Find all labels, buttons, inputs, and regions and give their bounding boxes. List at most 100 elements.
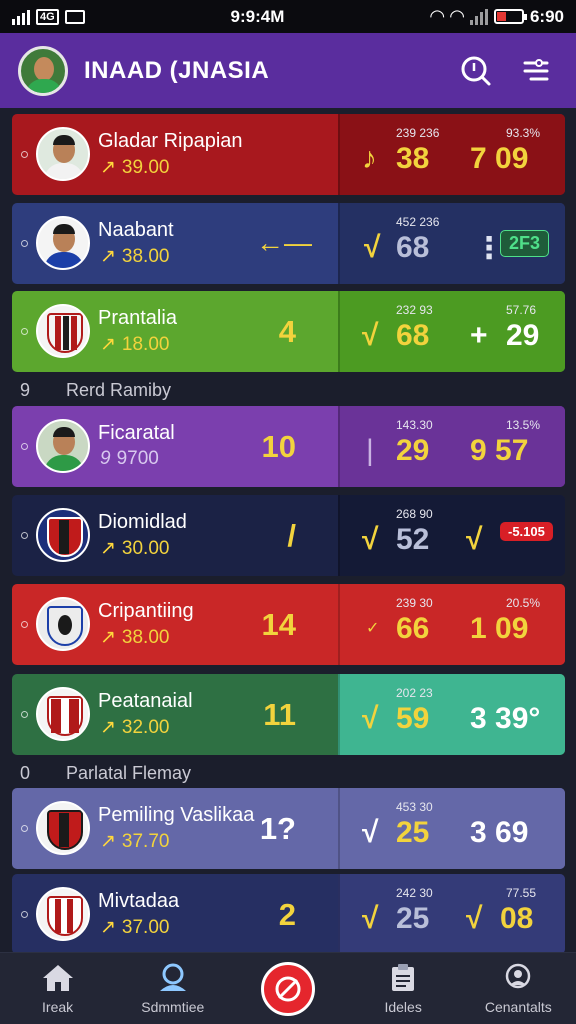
player-card[interactable]: Mivtadaa ↗ 37.00 2 242 30 √ 25 √ 77.55 08 bbox=[12, 874, 565, 954]
stat-value: 7 09 bbox=[470, 142, 529, 175]
player-card[interactable]: Gladar Ripapian ↗ 39.00 239 236 ♪ 38 93.3… bbox=[12, 114, 565, 195]
player-price: ↗ 39.00 bbox=[100, 157, 170, 178]
trend-icon: ↗ bbox=[100, 831, 116, 852]
rank-number: 2 bbox=[278, 897, 296, 932]
wifi-icon: ◠ bbox=[430, 6, 445, 26]
filter-button[interactable] bbox=[514, 49, 558, 93]
player-card[interactable]: Ficaratal 9 9700 10 | 143.30 29 13.5% 9 5… bbox=[12, 406, 565, 487]
bullet-icon bbox=[21, 532, 28, 539]
stat-value: 3 69 bbox=[470, 816, 529, 849]
player-card[interactable]: Peatanaial ↗ 32.00 11 202 23 √ 59 3 39° bbox=[12, 674, 565, 755]
nav-notes[interactable]: Ideles bbox=[353, 963, 453, 1015]
nav-contacts-label: Cenantalts bbox=[484, 998, 552, 1015]
action-button[interactable] bbox=[260, 961, 315, 1016]
player-name: Gladar Ripapian bbox=[98, 130, 243, 152]
stat-label: 268 90 bbox=[396, 507, 433, 521]
stat-value: 29 bbox=[396, 434, 430, 467]
player-card[interactable]: Diomidlad ↗ 30.00 / 268 90 √ 52 √ -5.105 bbox=[12, 495, 565, 576]
nav-community-label: Sdmmtiee bbox=[141, 998, 205, 1015]
rank-number: 4 bbox=[278, 314, 296, 349]
stat-value: 59 bbox=[396, 702, 430, 735]
player-card[interactable]: Pemiling Vaslikaa ↗ 37.70 1? 453 30 √ 25 … bbox=[12, 788, 565, 869]
home-icon bbox=[42, 964, 73, 991]
player-name: Prantalia bbox=[98, 307, 177, 329]
trend-icon: ↗ bbox=[100, 717, 116, 738]
stat-label: 239 30 bbox=[396, 596, 433, 610]
bullet-icon bbox=[21, 825, 28, 832]
player-photo bbox=[36, 419, 90, 473]
app-header: INAAD (JNASIA bbox=[0, 33, 576, 108]
trend-icon: ↗ bbox=[100, 917, 116, 938]
player-price: ↗ 18.00 bbox=[100, 334, 170, 355]
club-crest bbox=[36, 597, 90, 651]
stat-label: 20.5% bbox=[506, 596, 541, 610]
stat-label: 453 30 bbox=[396, 800, 433, 814]
stat-value: 25 bbox=[396, 902, 430, 935]
player-name: Peatanaial bbox=[98, 690, 193, 712]
rank-number: 14 bbox=[261, 607, 296, 642]
stat-value: 25 bbox=[396, 816, 430, 849]
check-icon: √ bbox=[362, 523, 379, 556]
player-card[interactable]: Naabant ↗ 38.00 ←— 452 236 √ 68 ⋮ 2F3 bbox=[12, 203, 565, 284]
status-bar: 4G 9:9:4M ◠ ◠ 6:90 bbox=[0, 0, 576, 33]
trend-icon: ↗ bbox=[100, 246, 116, 267]
clipboard-icon bbox=[392, 963, 415, 991]
stat-label: 202 23 bbox=[396, 686, 433, 700]
player-card[interactable]: Cripantiing ↗ 38.00 14 ✓ 239 30 66 20.5% … bbox=[12, 584, 565, 665]
player-name: Cripantiing bbox=[98, 600, 194, 622]
player-name: Mivtadaa bbox=[98, 890, 180, 912]
stat-value: 1 09 bbox=[470, 612, 529, 645]
rank-number: / bbox=[287, 518, 296, 553]
check-icon: √ bbox=[466, 902, 483, 935]
player-price: ↗ 30.00 bbox=[100, 538, 170, 559]
stat-label: 13.5% bbox=[506, 418, 541, 432]
nav-notes-label: Ideles bbox=[384, 998, 422, 1015]
player-price: ↗ 32.00 bbox=[100, 717, 170, 738]
nav-home[interactable]: Ireak bbox=[8, 963, 108, 1015]
nav-community[interactable]: Sdmmtiee bbox=[123, 963, 223, 1015]
network-icon: 4G bbox=[36, 8, 59, 25]
trend-icon: ↗ bbox=[100, 157, 116, 178]
stat-label: 93.3% bbox=[506, 126, 541, 140]
player-photo bbox=[36, 127, 90, 181]
wifi-2-icon: ◠ bbox=[450, 6, 464, 26]
cell-icon bbox=[469, 8, 488, 25]
message-icon bbox=[64, 9, 85, 24]
stat-value: 08 bbox=[500, 902, 534, 935]
check-icon: √ bbox=[466, 523, 483, 556]
tick-icon: ✓ bbox=[366, 620, 380, 637]
check-icon: √ bbox=[362, 902, 379, 935]
contact-icon bbox=[506, 963, 531, 988]
profile-avatar[interactable] bbox=[18, 45, 68, 96]
nav-home-label: Ireak bbox=[42, 998, 74, 1015]
player-price: ↗ 37.00 bbox=[100, 917, 170, 938]
player-name: Diomidlad bbox=[98, 511, 187, 533]
stat-value: 66 bbox=[396, 612, 430, 645]
status-time: 9:9:4M bbox=[230, 6, 285, 26]
bullet-icon bbox=[21, 711, 28, 718]
stat-value: 68 bbox=[396, 319, 430, 352]
battery-level: 6:90 bbox=[529, 6, 564, 26]
player-card[interactable]: Prantalia ↗ 18.00 4 232 93 √ 68 + 57.76 2… bbox=[12, 291, 565, 372]
nav-action[interactable] bbox=[238, 961, 338, 1016]
trend-icon: ↗ bbox=[100, 627, 116, 648]
section-header: 0 Parlatal Flemay bbox=[20, 763, 192, 783]
stat-label: 232 93 bbox=[396, 303, 433, 317]
bullet-icon bbox=[21, 328, 28, 335]
music-icon: ♪ bbox=[362, 142, 377, 175]
block-icon bbox=[275, 976, 301, 1001]
club-crest bbox=[36, 508, 90, 562]
battery-icon bbox=[493, 9, 527, 24]
status-badge: 2F3 bbox=[500, 230, 550, 257]
stat-label: 239 236 bbox=[396, 126, 440, 140]
player-name: Naabant bbox=[98, 219, 174, 241]
check-icon: √ bbox=[362, 816, 379, 849]
bullet-icon bbox=[21, 443, 28, 450]
bottom-navigation: Ireak Sdmmtiee Ideles Cenantalts bbox=[0, 952, 576, 1024]
search-button[interactable] bbox=[454, 49, 498, 93]
stat-label: 452 236 bbox=[396, 215, 440, 229]
nav-contacts[interactable]: Cenantalts bbox=[468, 963, 568, 1015]
stat-value: 29 bbox=[506, 319, 540, 352]
player-name: Ficaratal bbox=[98, 422, 175, 444]
player-photo bbox=[36, 216, 90, 270]
